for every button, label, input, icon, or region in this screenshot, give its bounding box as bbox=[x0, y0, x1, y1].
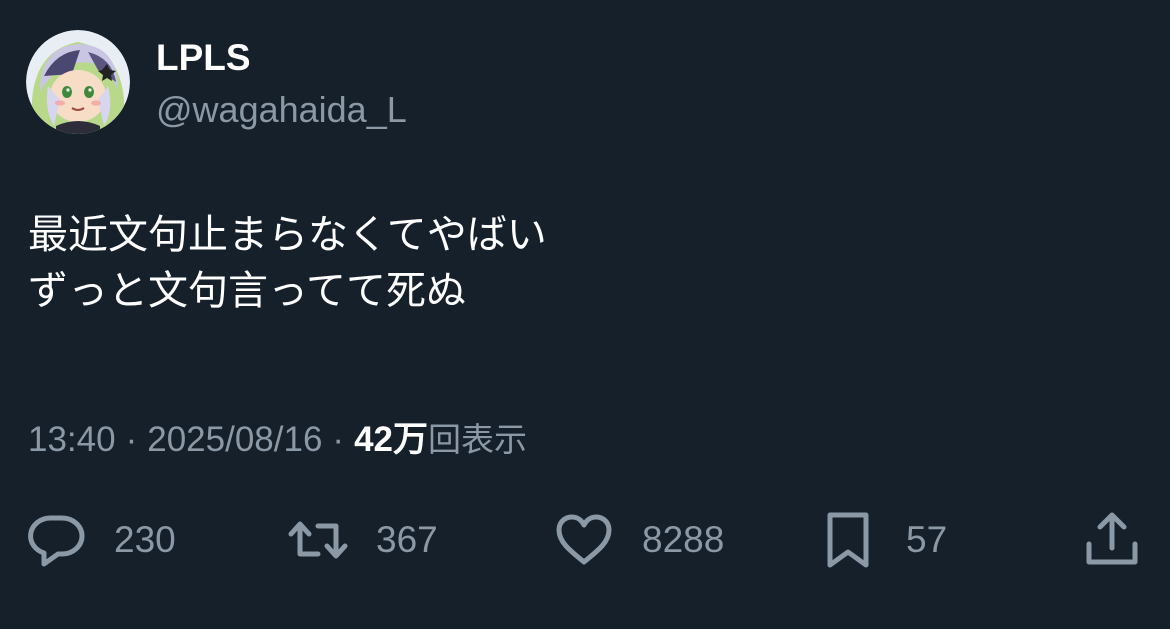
reply-count: 230 bbox=[114, 519, 176, 560]
avatar-image bbox=[26, 30, 130, 134]
tweet-card: LPLS @wagahaida_L 最近文句止まらなくてやばい ずっと文句言って… bbox=[0, 0, 1170, 629]
bookmark-count: 57 bbox=[906, 519, 948, 560]
tweet-date[interactable]: 2025/08/16 bbox=[147, 420, 322, 459]
tweet-text-line: 最近文句止まらなくてやばい bbox=[28, 212, 547, 258]
display-name[interactable]: LPLS bbox=[156, 36, 251, 80]
like-button[interactable]: 8288 bbox=[554, 505, 724, 575]
user-handle[interactable]: @wagahaida_L bbox=[156, 88, 407, 132]
views-label: 回表示 bbox=[428, 420, 528, 459]
reply-button[interactable]: 230 bbox=[26, 505, 176, 575]
tweet-text-line: ずっと文句言ってて死ぬ bbox=[28, 268, 466, 314]
tweet-time[interactable]: 13:40 bbox=[28, 420, 116, 459]
tweet-text: 最近文句止まらなくてやばい ずっと文句言ってて死ぬ bbox=[28, 207, 1128, 319]
retweet-icon bbox=[288, 510, 348, 570]
meta-separator: · bbox=[125, 420, 138, 459]
avatar[interactable] bbox=[26, 30, 130, 134]
retweet-count: 367 bbox=[376, 519, 438, 560]
bookmark-icon bbox=[818, 510, 878, 570]
reply-icon bbox=[26, 510, 86, 570]
views-count[interactable]: 42万 bbox=[354, 420, 428, 459]
tweet-meta: 13:40 · 2025/08/16 · 42万回表示 bbox=[28, 416, 527, 464]
bookmark-button[interactable]: 57 bbox=[818, 505, 947, 575]
retweet-button[interactable]: 367 bbox=[288, 505, 438, 575]
meta-separator: · bbox=[332, 420, 345, 459]
like-count: 8288 bbox=[642, 519, 725, 560]
share-icon bbox=[1082, 510, 1142, 570]
share-button[interactable] bbox=[1082, 505, 1142, 575]
heart-icon bbox=[554, 510, 614, 570]
